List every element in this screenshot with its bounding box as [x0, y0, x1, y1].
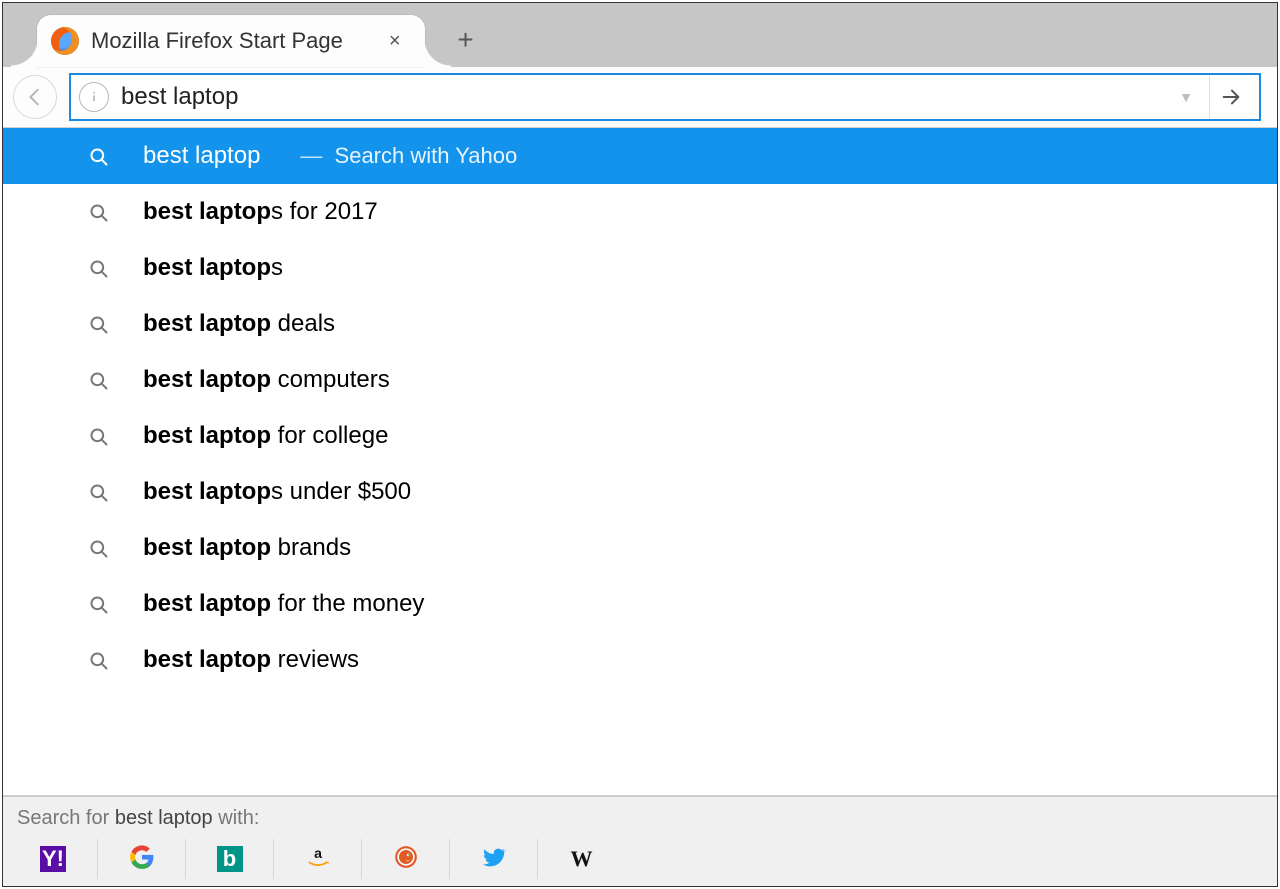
search-footer-suffix: with:: [218, 807, 259, 829]
autocomplete-text: best laptops under $500: [143, 478, 411, 506]
search-footer-label: Search for best laptop with:: [3, 797, 1277, 838]
twitter-icon: [481, 844, 507, 875]
autocomplete-text: best laptops: [143, 254, 283, 282]
firefox-icon: [51, 27, 79, 55]
amazon-icon: a: [305, 844, 331, 875]
url-input[interactable]: [121, 83, 1169, 111]
svg-text:a: a: [314, 845, 322, 861]
search-engine-bing[interactable]: b: [185, 839, 273, 879]
search-engine-wikipedia[interactable]: W: [537, 839, 625, 879]
search-engine-amazon[interactable]: a: [273, 839, 361, 879]
autocomplete-item[interactable]: best laptop computers: [3, 352, 1277, 408]
search-icon: [89, 314, 109, 334]
arrow-right-icon: [1220, 86, 1242, 108]
browser-window: Mozilla Firefox Start Page × + ▼: [2, 2, 1278, 887]
search-engine-yahoo[interactable]: Y!: [9, 839, 97, 879]
autocomplete-item[interactable]: best laptops under $500: [3, 464, 1277, 520]
search-engine-google[interactable]: [97, 839, 185, 879]
yahoo-icon: Y!: [40, 846, 66, 872]
autocomplete-text: best laptop for the money: [143, 590, 424, 618]
search-engine-twitter[interactable]: [449, 839, 537, 879]
google-icon: [129, 844, 155, 875]
autocomplete-item[interactable]: best laptops: [3, 240, 1277, 296]
duckduckgo-icon: [393, 844, 419, 875]
history-dropmarker[interactable]: ▼: [1169, 89, 1203, 105]
tab-strip: Mozilla Firefox Start Page × +: [3, 3, 1277, 67]
wikipedia-icon: W: [569, 846, 595, 872]
bing-icon: b: [217, 846, 243, 872]
search-icon: [89, 538, 109, 558]
autocomplete-text: best laptop for college: [143, 422, 388, 450]
search-engine-duckduckgo[interactable]: [361, 839, 449, 879]
autocomplete-item[interactable]: best laptop brands: [3, 520, 1277, 576]
search-icon: [89, 370, 109, 390]
autocomplete-text: best laptop computers: [143, 366, 390, 394]
autocomplete-item[interactable]: best laptop — Search with Yahoo: [3, 128, 1277, 184]
autocomplete-text: best laptop: [143, 142, 260, 170]
autocomplete-hint: — Search with Yahoo: [294, 143, 517, 169]
identity-icon[interactable]: [79, 82, 109, 112]
autocomplete-item[interactable]: best laptop for college: [3, 408, 1277, 464]
tab-close-button[interactable]: ×: [383, 26, 407, 57]
search-icon: [89, 426, 109, 446]
url-bar[interactable]: ▼: [69, 73, 1261, 121]
arrow-left-icon: [24, 86, 46, 108]
autocomplete-item[interactable]: best laptop for the money: [3, 576, 1277, 632]
autocomplete-popup: best laptop— Search with Yahoobest lapto…: [3, 127, 1277, 796]
search-icon: [89, 146, 109, 166]
go-button[interactable]: [1209, 76, 1251, 118]
autocomplete-item[interactable]: best laptop reviews: [3, 632, 1277, 688]
search-icon: [89, 594, 109, 614]
autocomplete-text: best laptop reviews: [143, 646, 359, 674]
tab-title: Mozilla Firefox Start Page: [91, 28, 343, 54]
search-icon: [89, 202, 109, 222]
autocomplete-text: best laptops for 2017: [143, 198, 378, 226]
autocomplete-text: best laptop brands: [143, 534, 351, 562]
search-footer-query: best laptop: [115, 807, 213, 829]
tab-active[interactable]: Mozilla Firefox Start Page ×: [37, 15, 425, 67]
autocomplete-text: best laptop deals: [143, 310, 335, 338]
autocomplete-item[interactable]: best laptop deals: [3, 296, 1277, 352]
search-footer-prefix: Search for: [17, 807, 109, 829]
search-icon: [89, 650, 109, 670]
search-footer: Search for best laptop with: Y! b a W: [3, 796, 1277, 886]
search-icon: [89, 482, 109, 502]
autocomplete-item[interactable]: best laptops for 2017: [3, 184, 1277, 240]
back-button[interactable]: [13, 75, 57, 119]
info-icon: [91, 91, 97, 103]
nav-toolbar: ▼: [3, 67, 1277, 127]
search-icon: [89, 258, 109, 278]
search-engine-row: Y! b a W: [3, 838, 1277, 886]
